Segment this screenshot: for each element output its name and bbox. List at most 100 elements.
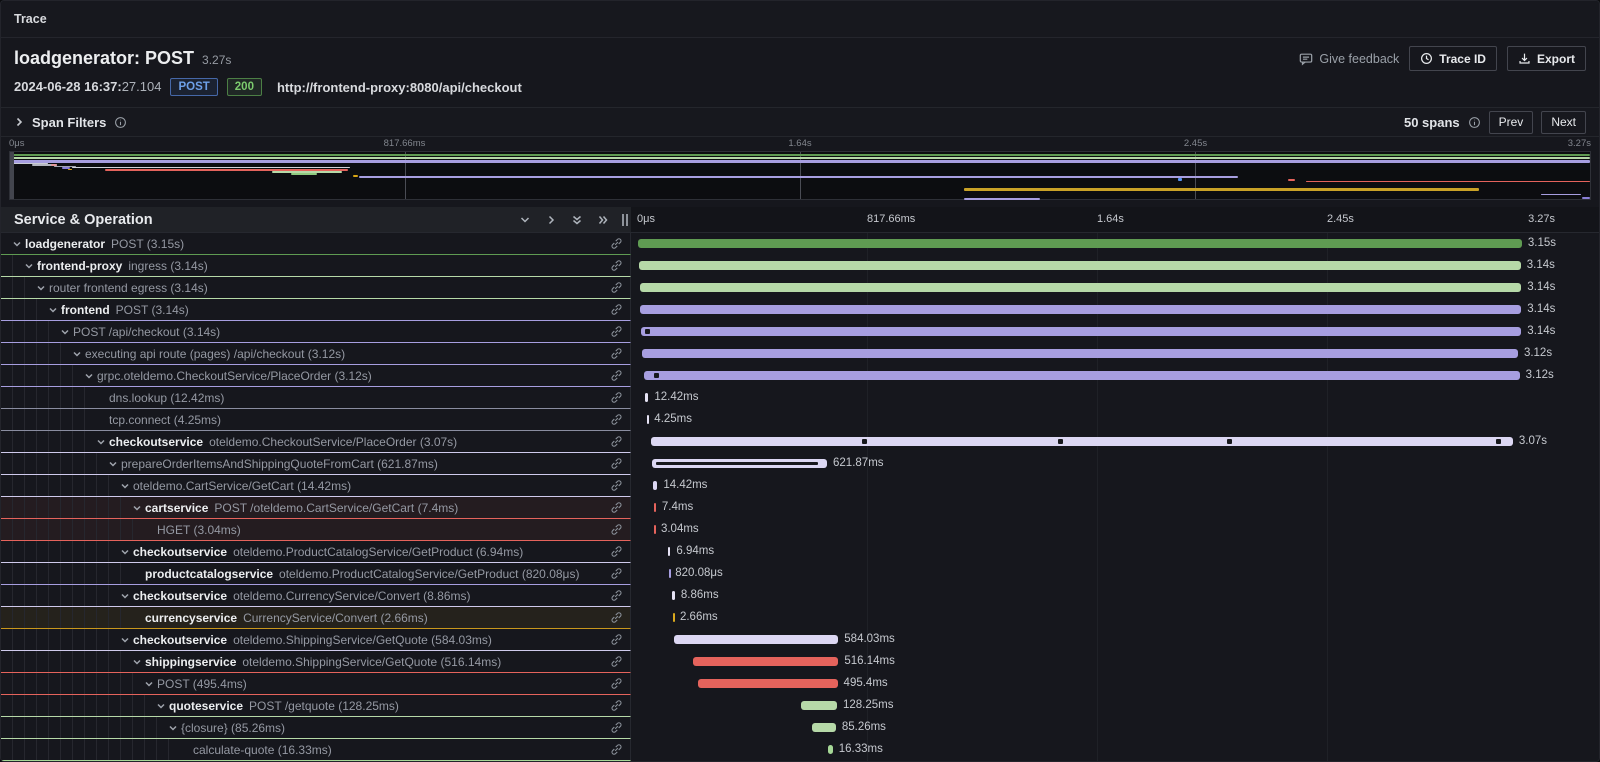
- span-bar[interactable]: [652, 459, 827, 468]
- chevron-down-icon[interactable]: [21, 261, 37, 271]
- span-row[interactable]: frontend-proxyingress (3.14s)3.14s: [1, 255, 1599, 277]
- span-row[interactable]: dns.lookup (12.42ms)12.42ms: [1, 387, 1599, 409]
- span-filters-toggle[interactable]: Span Filters: [14, 115, 127, 130]
- span-row[interactable]: calculate-quote (16.33ms)16.33ms: [1, 739, 1599, 761]
- span-link-icon[interactable]: [610, 545, 623, 558]
- expand-all-icon[interactable]: [597, 214, 609, 226]
- span-row-name-cell[interactable]: router frontend egress (3.14s): [1, 277, 631, 299]
- span-row[interactable]: oteldemo.CartService/GetCart (14.42ms)14…: [1, 475, 1599, 497]
- chevron-down-icon[interactable]: [105, 459, 121, 469]
- span-link-icon[interactable]: [610, 633, 623, 646]
- span-link-icon[interactable]: [610, 743, 623, 756]
- chevron-down-icon[interactable]: [69, 349, 85, 359]
- span-row-name-cell[interactable]: prepareOrderItemsAndShippingQuoteFromCar…: [1, 453, 631, 475]
- chevron-down-icon[interactable]: [165, 723, 181, 733]
- trace-minimap[interactable]: 0μs817.66ms1.64s2.45s3.27s: [1, 137, 1599, 201]
- span-row-name-cell[interactable]: cartservicePOST /oteldemo.CartService/Ge…: [1, 497, 631, 519]
- span-row[interactable]: grpc.oteldemo.CheckoutService/PlaceOrder…: [1, 365, 1599, 387]
- chevron-down-icon[interactable]: [153, 701, 169, 711]
- span-bar[interactable]: [693, 657, 838, 666]
- chevron-down-icon[interactable]: [81, 371, 97, 381]
- column-resize-handle[interactable]: [622, 214, 629, 226]
- next-button[interactable]: Next: [1541, 111, 1586, 134]
- chevron-down-icon[interactable]: [45, 305, 61, 315]
- span-bar[interactable]: [654, 503, 656, 512]
- span-link-icon[interactable]: [610, 479, 623, 492]
- span-row-name-cell[interactable]: dns.lookup (12.42ms): [1, 387, 631, 409]
- span-row[interactable]: shippingserviceoteldemo.ShippingService/…: [1, 651, 1599, 673]
- span-row-name-cell[interactable]: checkoutserviceoteldemo.CurrencyService/…: [1, 585, 631, 607]
- span-bar[interactable]: [653, 481, 657, 490]
- span-bar[interactable]: [812, 723, 836, 732]
- span-bar[interactable]: [645, 393, 648, 402]
- chevron-down-icon[interactable]: [117, 591, 133, 601]
- span-bar[interactable]: [639, 261, 1521, 270]
- span-row-name-cell[interactable]: POST (495.4ms): [1, 673, 631, 695]
- span-row[interactable]: frontendPOST (3.14s)3.14s: [1, 299, 1599, 321]
- minimap-canvas[interactable]: [9, 151, 1591, 200]
- span-bar[interactable]: [651, 437, 1513, 446]
- span-link-icon[interactable]: [610, 435, 623, 448]
- span-row-name-cell[interactable]: checkoutserviceoteldemo.CheckoutService/…: [1, 431, 631, 453]
- span-row-name-cell[interactable]: frontendPOST (3.14s): [1, 299, 631, 321]
- span-row-name-cell[interactable]: oteldemo.CartService/GetCart (14.42ms): [1, 475, 631, 497]
- span-link-icon[interactable]: [610, 677, 623, 690]
- span-link-icon[interactable]: [610, 303, 623, 316]
- chevron-down-icon[interactable]: [57, 327, 73, 337]
- span-bar[interactable]: [801, 701, 837, 710]
- chevron-down-icon[interactable]: [9, 239, 25, 249]
- span-row[interactable]: checkoutserviceoteldemo.CurrencyService/…: [1, 585, 1599, 607]
- span-row-name-cell[interactable]: frontend-proxyingress (3.14s): [1, 255, 631, 277]
- span-row[interactable]: tcp.connect (4.25ms)4.25ms: [1, 409, 1599, 431]
- span-row[interactable]: checkoutserviceoteldemo.ProductCatalogSe…: [1, 541, 1599, 563]
- span-bar[interactable]: [672, 591, 674, 600]
- span-link-icon[interactable]: [610, 325, 623, 338]
- span-row[interactable]: POST /api/checkout (3.14s)3.14s: [1, 321, 1599, 343]
- span-bar[interactable]: [673, 613, 675, 622]
- chevron-down-icon[interactable]: [117, 547, 133, 557]
- span-bar[interactable]: [654, 525, 656, 534]
- span-row-name-cell[interactable]: loadgeneratorPOST (3.15s): [1, 233, 631, 255]
- give-feedback-link[interactable]: Give feedback: [1299, 52, 1399, 66]
- span-bar[interactable]: [638, 239, 1522, 248]
- span-link-icon[interactable]: [610, 281, 623, 294]
- span-bar[interactable]: [698, 679, 837, 688]
- span-bar[interactable]: [641, 327, 1521, 336]
- span-bar[interactable]: [669, 569, 671, 578]
- span-row-name-cell[interactable]: productcatalogserviceoteldemo.ProductCat…: [1, 563, 631, 585]
- span-row-name-cell[interactable]: grpc.oteldemo.CheckoutService/PlaceOrder…: [1, 365, 631, 387]
- span-link-icon[interactable]: [610, 237, 623, 250]
- chevron-down-icon[interactable]: [33, 283, 49, 293]
- span-link-icon[interactable]: [610, 699, 623, 712]
- span-row-name-cell[interactable]: {closure} (85.26ms): [1, 717, 631, 739]
- span-row[interactable]: checkoutserviceoteldemo.ShippingService/…: [1, 629, 1599, 651]
- span-bar[interactable]: [640, 283, 1522, 292]
- span-row-name-cell[interactable]: shippingserviceoteldemo.ShippingService/…: [1, 651, 631, 673]
- collapse-one-icon[interactable]: [519, 214, 531, 226]
- span-row-name-cell[interactable]: quoteservicePOST /getquote (128.25ms): [1, 695, 631, 717]
- span-bar[interactable]: [674, 635, 838, 644]
- span-row-name-cell[interactable]: HGET (3.04ms): [1, 519, 631, 541]
- span-row[interactable]: POST (495.4ms)495.4ms: [1, 673, 1599, 695]
- trace-id-button[interactable]: Trace ID: [1409, 46, 1497, 71]
- chevron-down-icon[interactable]: [141, 679, 157, 689]
- span-bar[interactable]: [828, 745, 833, 754]
- chevron-down-icon[interactable]: [93, 437, 109, 447]
- span-row-name-cell[interactable]: checkoutserviceoteldemo.ProductCatalogSe…: [1, 541, 631, 563]
- span-link-icon[interactable]: [610, 347, 623, 360]
- span-link-icon[interactable]: [610, 567, 623, 580]
- span-row-name-cell[interactable]: tcp.connect (4.25ms): [1, 409, 631, 431]
- span-row[interactable]: router frontend egress (3.14s)3.14s: [1, 277, 1599, 299]
- span-link-icon[interactable]: [610, 369, 623, 382]
- span-row[interactable]: HGET (3.04ms)3.04ms: [1, 519, 1599, 541]
- span-bar[interactable]: [642, 349, 1518, 358]
- chevron-down-icon[interactable]: [117, 481, 133, 491]
- export-button[interactable]: Export: [1507, 46, 1586, 71]
- expand-one-icon[interactable]: [545, 214, 557, 226]
- span-row[interactable]: quoteservicePOST /getquote (128.25ms)128…: [1, 695, 1599, 717]
- span-bar[interactable]: [644, 371, 1520, 380]
- span-row-name-cell[interactable]: currencyserviceCurrencyService/Convert (…: [1, 607, 631, 629]
- span-bar[interactable]: [668, 547, 670, 556]
- span-link-icon[interactable]: [610, 391, 623, 404]
- span-row-name-cell[interactable]: executing api route (pages) /api/checkou…: [1, 343, 631, 365]
